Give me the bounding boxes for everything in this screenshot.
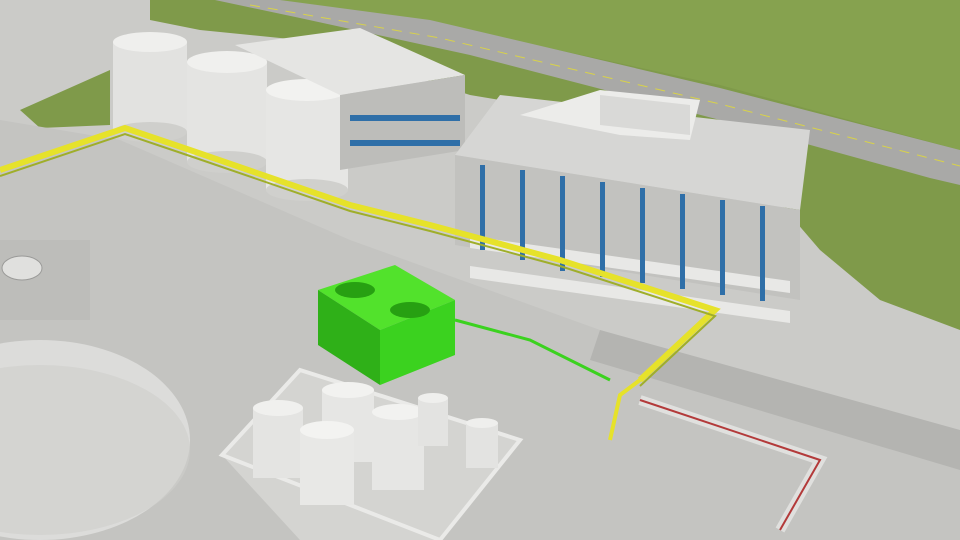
small-tank-6 (466, 418, 498, 468)
small-tank-1 (253, 400, 303, 478)
left-pad (0, 240, 90, 320)
plant-scene (0, 0, 960, 540)
small-tank-3 (300, 421, 354, 505)
left-small-tank (1, 255, 43, 281)
small-tank-4 (372, 404, 424, 490)
small-tank-5 (418, 393, 448, 446)
